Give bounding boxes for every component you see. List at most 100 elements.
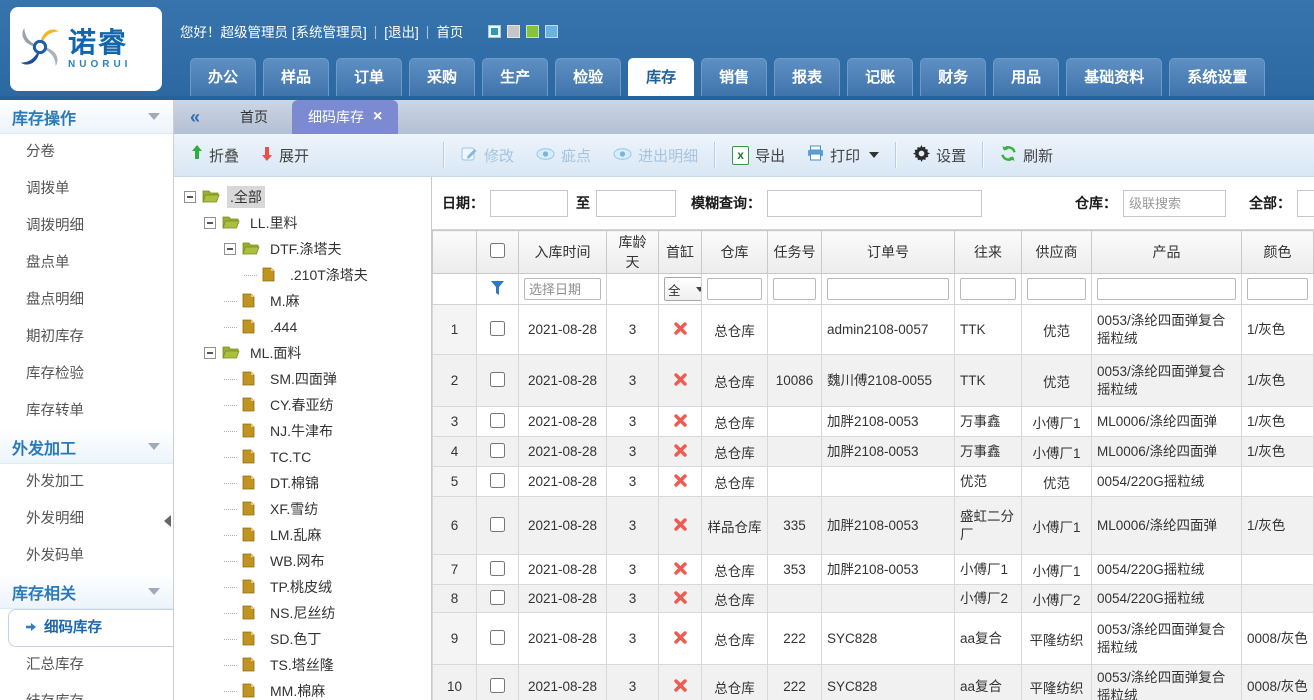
nav-tab-11[interactable]: 财务 xyxy=(920,58,986,96)
tree-node[interactable]: LL.里料 xyxy=(182,210,431,236)
column-header-7[interactable]: 往来 xyxy=(955,231,1022,274)
row-checkbox[interactable] xyxy=(490,590,505,605)
tree-node[interactable]: LM.乱麻 xyxy=(182,522,431,548)
row-checkbox[interactable] xyxy=(490,561,505,576)
tree-node[interactable]: TS.塔丝隆 xyxy=(182,652,431,678)
page-tab-home[interactable]: 首页 xyxy=(216,100,292,134)
row-checkbox[interactable] xyxy=(490,473,505,488)
fuzzy-search-input[interactable] xyxy=(767,190,982,217)
print-button[interactable]: 打印 xyxy=(807,145,879,166)
tree-node[interactable]: NJ.牛津布 xyxy=(182,418,431,444)
tree-node[interactable]: .210T涤塔夫 xyxy=(182,262,431,288)
order-filter-input[interactable] xyxy=(827,278,949,300)
column-header-5[interactable]: 任务号 xyxy=(768,231,822,274)
inout-detail-button[interactable]: 进出明细 xyxy=(613,145,698,166)
sidebar-collapse-handle[interactable] xyxy=(164,515,171,527)
select-all-checkbox[interactable] xyxy=(490,243,505,258)
nav-tab-1[interactable]: 办公 xyxy=(190,58,256,96)
tree-node[interactable]: ML.面料 xyxy=(182,340,431,366)
table-row[interactable]: 82021-08-283总仓库小傅厂2小傅厂20054/220G摇粒绒 xyxy=(433,585,1314,613)
sidebar-item[interactable]: 结存库存 xyxy=(0,684,173,700)
tabs-back-button[interactable]: « xyxy=(174,100,216,134)
row-checkbox[interactable] xyxy=(490,630,505,645)
table-row[interactable]: 32021-08-283总仓库加胖2108-0053万事鑫小傅厂1ML0006/… xyxy=(433,407,1314,437)
nav-tab-9[interactable]: 报表 xyxy=(774,58,840,96)
nav-tab-2[interactable]: 样品 xyxy=(263,58,329,96)
tree-expander[interactable] xyxy=(204,217,216,229)
refresh-button[interactable]: 刷新 xyxy=(1000,145,1053,166)
column-header-10[interactable]: 颜色 xyxy=(1242,231,1314,274)
row-checkbox[interactable] xyxy=(490,321,505,336)
nav-tab-7[interactable]: 库存 xyxy=(628,58,694,96)
tree-node[interactable]: CY.春亚纺 xyxy=(182,392,431,418)
column-header-3[interactable]: 首缸 xyxy=(659,231,702,274)
sidebar-item[interactable]: 外发明细 xyxy=(0,501,173,538)
expand-button[interactable]: 展开 xyxy=(261,145,309,166)
sidebar-item[interactable]: 期初库存 xyxy=(0,319,173,356)
tree-node[interactable]: TP.桃皮绒 xyxy=(182,574,431,600)
table-row[interactable]: 22021-08-283总仓库10086魏川傅2108-0055TTK优范005… xyxy=(433,355,1314,407)
sidebar-item[interactable]: 分卷 xyxy=(0,134,173,171)
sidebar-item-selected[interactable]: 细码库存 xyxy=(8,609,173,647)
theme-swatch-2[interactable] xyxy=(507,25,520,38)
date-to-input[interactable] xyxy=(596,190,676,217)
filter-funnel-icon[interactable] xyxy=(491,283,504,298)
table-row[interactable]: 62021-08-283样品仓库335加胖2108-0053盛虹二分厂小傅厂1M… xyxy=(433,497,1314,555)
nav-tab-10[interactable]: 记账 xyxy=(847,58,913,96)
column-header-2[interactable]: 库龄天 xyxy=(607,231,659,274)
warehouse-filter-input[interactable] xyxy=(707,278,762,300)
theme-swatch-1[interactable] xyxy=(488,25,501,38)
nav-tab-14[interactable]: 系统设置 xyxy=(1169,58,1265,96)
sidebar-item[interactable]: 盘点明细 xyxy=(0,282,173,319)
tree-node[interactable]: .444 xyxy=(182,314,431,340)
sidebar-section-header[interactable]: 库存相关 xyxy=(0,575,173,609)
nav-tab-12[interactable]: 用品 xyxy=(993,58,1059,96)
nav-tab-3[interactable]: 订单 xyxy=(336,58,402,96)
sidebar-item[interactable]: 调拨单 xyxy=(0,171,173,208)
all-filter-input[interactable] xyxy=(1297,190,1314,217)
table-row[interactable]: 12021-08-283总仓库admin2108-0057TTK优范0053/涤… xyxy=(433,305,1314,355)
defect-button[interactable]: 疵点 xyxy=(536,145,591,166)
date-filter-input[interactable] xyxy=(524,278,601,300)
tree-node[interactable]: DTF.涤塔夫 xyxy=(182,236,431,262)
row-checkbox[interactable] xyxy=(490,443,505,458)
nav-tab-5[interactable]: 生产 xyxy=(482,58,548,96)
tree-node[interactable]: DT.棉锦 xyxy=(182,470,431,496)
first-vat-filter-select[interactable]: 全 xyxy=(664,277,702,301)
table-row[interactable]: 52021-08-283总仓库优范优范0054/220G摇粒绒 xyxy=(433,467,1314,497)
theme-swatch-3[interactable] xyxy=(526,25,539,38)
sidebar-item[interactable]: 调拨明细 xyxy=(0,208,173,245)
supplier-filter-input[interactable] xyxy=(1027,278,1086,300)
product-filter-input[interactable] xyxy=(1097,278,1236,300)
sidebar-item[interactable]: 库存检验 xyxy=(0,356,173,393)
column-header-6[interactable]: 订单号 xyxy=(822,231,955,274)
color-filter-input[interactable] xyxy=(1247,278,1308,300)
row-checkbox[interactable] xyxy=(490,413,505,428)
tree-node[interactable]: M.麻 xyxy=(182,288,431,314)
tree-expander[interactable] xyxy=(224,243,236,255)
tree-node[interactable]: XF.雪纺 xyxy=(182,496,431,522)
table-row[interactable]: 102021-08-283总仓库222SYC828aa复合平隆纺织0053/涤纶… xyxy=(433,665,1314,700)
tree-expander[interactable] xyxy=(204,347,216,359)
settings-button[interactable]: 设置 xyxy=(913,145,966,166)
column-header-4[interactable]: 仓库 xyxy=(702,231,768,274)
sidebar-item[interactable]: 外发码单 xyxy=(0,538,173,575)
row-checkbox[interactable] xyxy=(490,678,505,693)
page-tab-active[interactable]: 细码库存 × xyxy=(292,100,398,134)
collapse-button[interactable]: 折叠 xyxy=(191,145,239,166)
nav-tab-6[interactable]: 检验 xyxy=(555,58,621,96)
column-header-1[interactable]: 入库时间 xyxy=(519,231,607,274)
nav-tab-8[interactable]: 销售 xyxy=(701,58,767,96)
row-checkbox[interactable] xyxy=(490,517,505,532)
sidebar-item[interactable]: 盘点单 xyxy=(0,245,173,282)
sidebar-section-header[interactable]: 外发加工 xyxy=(0,430,173,464)
tree-node[interactable]: MM.棉麻 xyxy=(182,678,431,700)
nav-tab-4[interactable]: 采购 xyxy=(409,58,475,96)
tree-expander[interactable] xyxy=(184,191,196,203)
nav-tab-13[interactable]: 基础资料 xyxy=(1066,58,1162,96)
date-from-input[interactable] xyxy=(490,190,568,217)
table-row[interactable]: 72021-08-283总仓库353加胖2108-0053小傅厂1小傅厂1005… xyxy=(433,555,1314,585)
row-checkbox[interactable] xyxy=(490,372,505,387)
sidebar-item[interactable]: 库存转单 xyxy=(0,393,173,430)
sidebar-item[interactable]: 汇总库存 xyxy=(0,647,173,684)
